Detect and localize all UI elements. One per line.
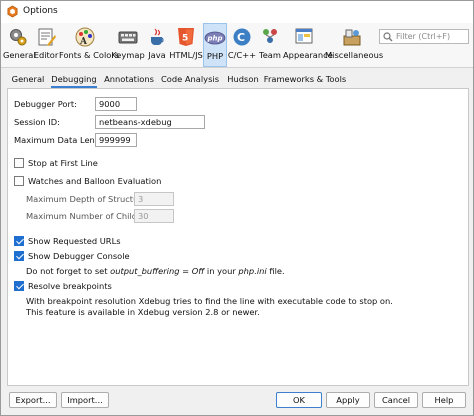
miscellaneous-icon: [343, 29, 361, 46]
apply-button[interactable]: Apply: [326, 392, 370, 408]
category-appearance[interactable]: Appearance: [283, 23, 333, 67]
tab-debugging[interactable]: Debugging: [51, 72, 97, 88]
show-requested-urls-checkbox[interactable]: [14, 236, 24, 246]
keyboard-icon: [118, 31, 138, 44]
options-window: Options General Editor A Fonts & Colors …: [0, 0, 474, 416]
svg-text:C: C: [237, 31, 245, 44]
category-label: Java: [148, 50, 166, 60]
debugging-panel: Debugger Port: 9000 Session ID: netbeans…: [7, 88, 469, 386]
export-button[interactable]: Export...: [9, 392, 57, 408]
window-title: Options: [23, 6, 58, 16]
title-bar: Options: [1, 1, 473, 23]
console-note: Do not forget to set output_buffering = …: [26, 266, 285, 276]
tab-hudson[interactable]: Hudson: [225, 72, 261, 88]
category-label: C/C++: [227, 50, 257, 60]
java-cup-icon: [151, 28, 164, 45]
debugger-port-field[interactable]: 9000: [95, 97, 137, 111]
netbeans-logo-icon: [7, 5, 18, 18]
import-button[interactable]: Import...: [61, 392, 109, 408]
category-java[interactable]: Java: [145, 23, 169, 67]
resolve-breakpoints-checkbox[interactable]: [14, 281, 24, 291]
category-label: Fonts & Colors: [59, 50, 120, 60]
team-icon: [263, 29, 277, 43]
html5-icon: 5: [178, 28, 194, 46]
category-label: HTML/JS: [169, 50, 203, 60]
cpp-icon: C: [233, 28, 251, 46]
watches-balloon-label: Watches and Balloon Evaluation: [28, 176, 162, 186]
category-label: PHP: [206, 51, 224, 61]
watches-balloon-checkbox[interactable]: [14, 176, 24, 186]
category-team[interactable]: Team: [257, 23, 283, 67]
category-label: Keymap: [111, 50, 145, 60]
cancel-button[interactable]: Cancel: [374, 392, 418, 408]
max-data-length-field[interactable]: 999999: [95, 133, 137, 147]
show-requested-urls-label: Show Requested URLs: [28, 236, 121, 246]
stop-at-first-line-label: Stop at First Line: [28, 158, 98, 168]
appearance-icon: [295, 28, 313, 44]
tab-general[interactable]: General: [9, 72, 47, 88]
category-general[interactable]: General: [3, 23, 36, 67]
tab-annotations[interactable]: Annotations: [103, 72, 155, 88]
category-keymap[interactable]: Keymap: [111, 23, 145, 67]
category-miscellaneous[interactable]: Miscellaneous: [325, 23, 384, 67]
session-id-label: Session ID:: [14, 117, 60, 127]
help-button[interactable]: Help: [422, 392, 466, 408]
category-label: Appearance: [283, 50, 333, 60]
tab-code-analysis[interactable]: Code Analysis: [159, 72, 221, 88]
category-php[interactable]: php PHP: [203, 23, 227, 67]
editor-icon: [38, 28, 56, 46]
svg-text:A: A: [79, 37, 88, 47]
show-debugger-console-checkbox[interactable]: [14, 251, 24, 261]
category-label: Editor: [33, 50, 59, 60]
category-cpp[interactable]: C C/C++: [227, 23, 257, 67]
filter-placeholder: Filter (Ctrl+F): [396, 32, 451, 41]
filter-input[interactable]: Filter (Ctrl+F): [379, 29, 469, 44]
category-label: Team: [259, 50, 281, 60]
max-depth-field[interactable]: 3: [134, 192, 174, 206]
debugger-port-label: Debugger Port:: [14, 99, 77, 109]
svg-text:php: php: [207, 35, 223, 43]
session-id-field[interactable]: netbeans-xdebug: [95, 115, 205, 129]
ok-button[interactable]: OK: [276, 392, 322, 408]
category-html-js[interactable]: 5 HTML/JS: [169, 23, 203, 67]
category-toolbar: General Editor A Fonts & Colors Keymap J…: [1, 23, 473, 68]
search-icon: [383, 32, 393, 42]
show-debugger-console-label: Show Debugger Console: [28, 251, 130, 261]
svg-text:5: 5: [182, 34, 188, 44]
max-children-field[interactable]: 30: [134, 209, 174, 223]
tab-frameworks-tools[interactable]: Frameworks & Tools: [263, 72, 347, 88]
resolve-note-line1: With breakpoint resolution Xdebug tries …: [26, 296, 393, 306]
stop-at-first-line-checkbox[interactable]: [14, 158, 24, 168]
category-fonts-colors[interactable]: A Fonts & Colors: [59, 23, 120, 67]
gear-icon: [10, 29, 27, 46]
resolve-breakpoints-label: Resolve breakpoints: [28, 281, 112, 291]
category-label: General: [3, 50, 36, 60]
category-label: Miscellaneous: [325, 50, 384, 60]
fonts-colors-icon: A: [75, 27, 95, 47]
php-icon: php: [204, 31, 226, 45]
category-editor[interactable]: Editor: [33, 23, 59, 67]
resolve-note-line2: This feature is available in Xdebug vers…: [26, 307, 260, 317]
